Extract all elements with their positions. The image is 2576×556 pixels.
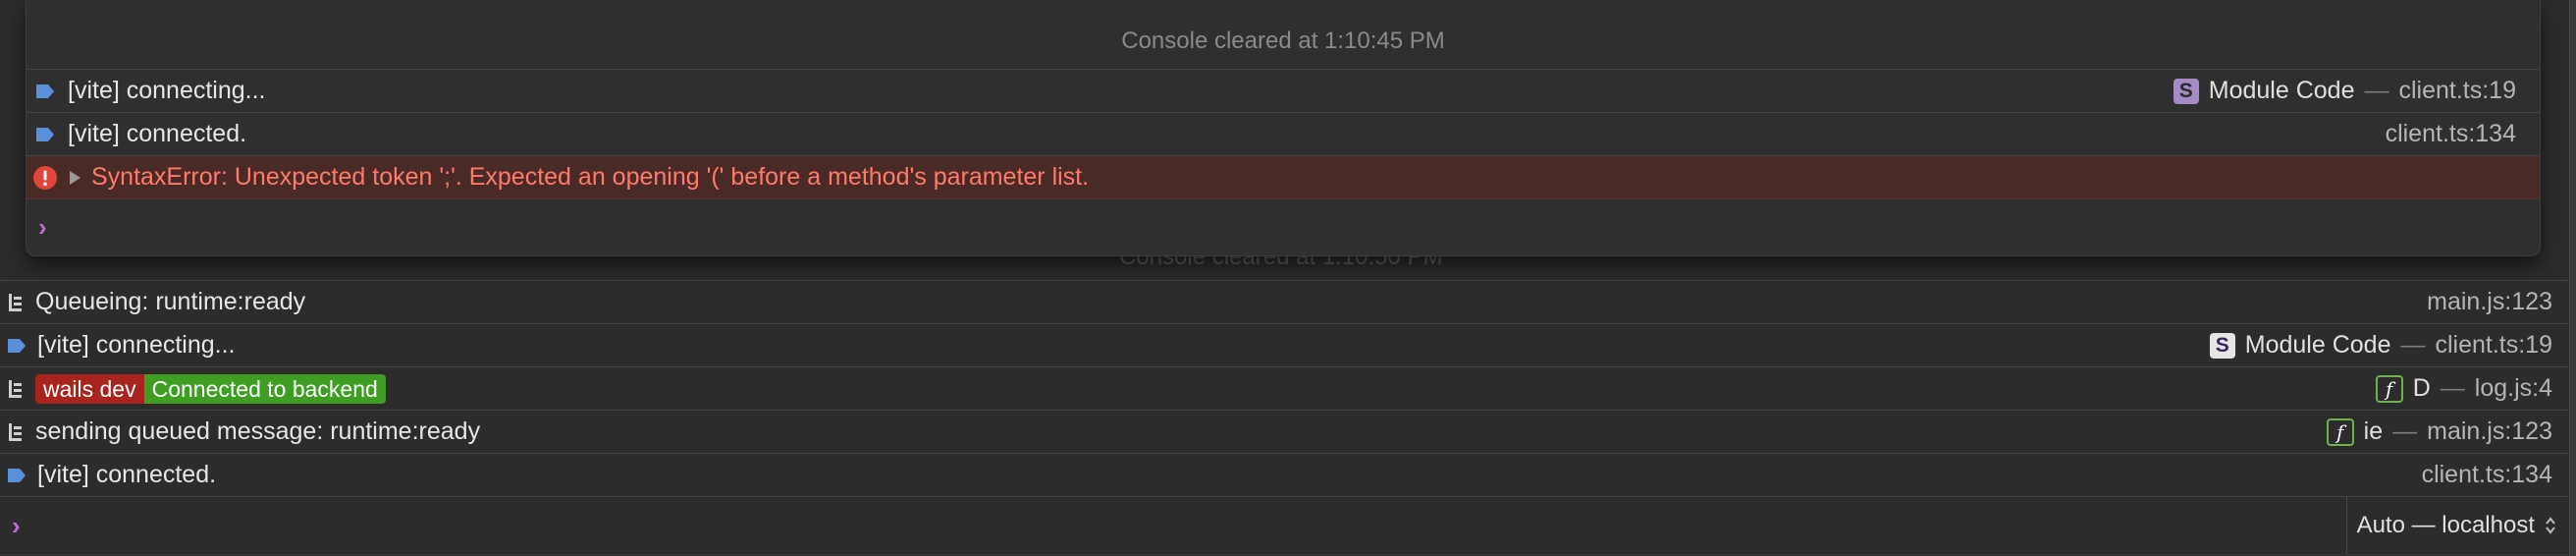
message-text: [vite] connected. xyxy=(68,120,247,147)
updown-chevron-icon xyxy=(2545,516,2556,535)
error-icon xyxy=(33,165,57,190)
module-badge: S xyxy=(2173,78,2199,104)
console-message[interactable]: sending queued message: runtime:ready f … xyxy=(0,411,2576,454)
message-source: main.js:123 xyxy=(2427,281,2552,323)
wails-dev-tag: wails dev xyxy=(35,373,144,404)
message-text: [vite] connecting... xyxy=(68,77,266,104)
console-overlay-panel: Console cleared at 1:10:45 PM [vite] con… xyxy=(26,0,2541,256)
execution-context-select[interactable]: Auto — localhost xyxy=(2345,497,2556,554)
source-link[interactable]: log.js:4 xyxy=(2475,374,2552,403)
function-name: Module Code xyxy=(2244,331,2391,359)
console-message[interactable]: [vite] connected. client.ts:134 xyxy=(27,113,2540,156)
message-source: client.ts:134 xyxy=(2422,454,2552,496)
disclosure-triangle-icon[interactable] xyxy=(68,170,81,186)
function-name: ie xyxy=(2363,417,2384,445)
source-link[interactable]: client.ts:19 xyxy=(2398,77,2516,105)
source-link[interactable]: client.ts:134 xyxy=(2422,461,2552,489)
source-link[interactable]: main.js:123 xyxy=(2427,288,2552,316)
tag-icon xyxy=(36,83,54,98)
window-edge xyxy=(2569,0,2576,556)
execution-context-label: Auto — localhost xyxy=(2356,512,2535,538)
console-message[interactable]: Queueing: runtime:ready main.js:123 xyxy=(0,281,2576,324)
console-message[interactable]: [vite] connecting... S Module Code — cli… xyxy=(0,324,2576,367)
function-name: D xyxy=(2412,374,2431,402)
prompt-chevron-icon: › xyxy=(12,510,21,540)
prompt-chevron-icon: › xyxy=(38,211,47,242)
message-source: f ie — main.js:123 xyxy=(2326,411,2552,453)
source-link[interactable]: main.js:123 xyxy=(2427,417,2552,446)
web-inspector-console: Console cleared at 1:10:45 PM [vite] con… xyxy=(0,0,2576,556)
tag-icon xyxy=(36,127,54,141)
tag-icon xyxy=(8,468,26,482)
function-name: Module Code xyxy=(2208,77,2355,104)
message-text: sending queued message: runtime:ready xyxy=(35,417,481,445)
function-badge: f xyxy=(2326,417,2354,446)
error-text: SyntaxError: Unexpected token ';'. Expec… xyxy=(91,163,1090,191)
module-badge: S xyxy=(2209,332,2235,359)
connected-status-tag: Connected to backend xyxy=(143,373,386,404)
message-source: S Module Code — client.ts:19 xyxy=(2173,70,2516,112)
message-text: Queueing: runtime:ready xyxy=(35,288,306,315)
trace-icon xyxy=(9,379,22,398)
message-text: [vite] connecting... xyxy=(37,331,236,359)
console-prompt[interactable]: › xyxy=(27,199,2540,254)
console-message[interactable]: [vite] connecting... S Module Code — cli… xyxy=(27,70,2540,113)
function-badge: f xyxy=(2375,374,2403,403)
trace-icon xyxy=(9,422,22,441)
message-source: client.ts:134 xyxy=(2386,113,2516,155)
console-error-message[interactable]: SyntaxError: Unexpected token ';'. Expec… xyxy=(27,156,2540,199)
source-link[interactable]: client.ts:19 xyxy=(2435,331,2552,360)
console-input-bar[interactable]: › Auto — localhost xyxy=(0,497,2576,555)
tag-icon xyxy=(8,338,26,353)
message-source: f D — log.js:4 xyxy=(2375,367,2552,410)
console-message[interactable]: [vite] connected. client.ts:134 xyxy=(0,454,2576,497)
trace-icon xyxy=(9,293,22,311)
console-cleared-message: Console cleared at 1:10:45 PM xyxy=(27,0,2540,70)
message-text: [vite] connected. xyxy=(37,461,217,488)
message-source: S Module Code — client.ts:19 xyxy=(2209,324,2552,366)
console-message[interactable]: wails dev Connected to backend f D — log.… xyxy=(0,367,2576,411)
console-message-list: Queueing: runtime:ready main.js:123 [vit… xyxy=(0,280,2576,497)
source-link[interactable]: client.ts:134 xyxy=(2386,120,2516,148)
